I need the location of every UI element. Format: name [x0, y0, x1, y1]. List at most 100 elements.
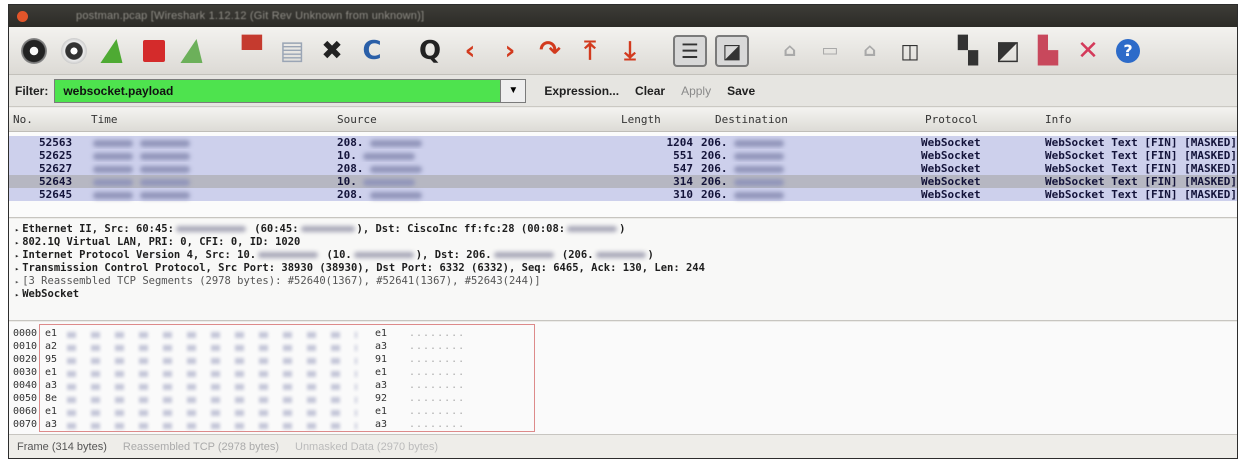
col-source[interactable]: Source — [337, 113, 377, 126]
table-row[interactable]: 52627 208. 547 206. WebSocket WebSocket Text… — [9, 162, 1238, 175]
cell-no: 52643 — [39, 175, 73, 188]
cell-source: 208. — [337, 136, 422, 149]
cell-protocol: WebSocket — [921, 162, 981, 175]
cell-time — [93, 136, 190, 149]
display-filter-bar: Filter: websocket.payload ▼ Expression..… — [9, 75, 1237, 107]
hex-last-byte: a3 — [375, 380, 388, 391]
save-file-icon[interactable]: ▤ — [273, 33, 311, 69]
tab-frame[interactable]: Frame (314 bytes) — [17, 441, 107, 453]
col-protocol[interactable]: Protocol — [925, 113, 978, 126]
zoom-out-icon[interactable]: ▭ — [811, 33, 849, 69]
table-row[interactable]: 52643 10. 314 206. WebSocket WebSocket Text … — [9, 175, 1237, 188]
clear-button[interactable]: Clear — [635, 84, 665, 98]
hex-last-byte: 92 — [375, 393, 388, 404]
cell-length: 310 — [673, 188, 693, 201]
resize-columns-icon[interactable]: ◫ — [891, 33, 929, 69]
hex-bytes-redacted — [67, 423, 357, 429]
hex-offset: 0050 — [13, 393, 38, 404]
cell-no: 52645 — [39, 188, 73, 201]
save-button[interactable]: Save — [727, 84, 755, 98]
hex-ascii: ........ — [409, 341, 466, 352]
table-row[interactable]: 52645 208. 310 206. WebSocket WebSocket Text… — [9, 188, 1237, 201]
coloring-rules-icon[interactable]: ▙ — [1029, 33, 1067, 69]
normal-size-icon[interactable]: ⌂ — [851, 33, 889, 69]
autoscroll-icon[interactable]: ◪ — [715, 34, 749, 67]
stop-capture-icon[interactable] — [135, 33, 173, 69]
reload-icon[interactable]: C — [353, 33, 391, 69]
open-file-icon[interactable]: ▀ — [233, 33, 271, 69]
go-last-icon[interactable]: ⤓ — [611, 33, 649, 69]
capture-filters-icon[interactable]: ▚ — [949, 33, 987, 69]
find-icon[interactable]: Q — [411, 33, 449, 69]
cell-source: 10. — [337, 175, 415, 188]
detail-reassembled[interactable]: ▸ [3 Reassembled TCP Segments (2978 bytes… — [15, 275, 541, 287]
detail-websocket[interactable]: ▸ WebSocket — [15, 288, 79, 300]
hex-first-byte: 8e — [45, 393, 58, 404]
col-destination[interactable]: Destination — [715, 113, 788, 126]
close-window-icon[interactable] — [17, 10, 28, 22]
ip-text-d: (206. — [555, 249, 594, 261]
hex-first-byte: e1 — [45, 367, 58, 378]
cell-source-text: 10. — [337, 149, 357, 162]
detail-ethernet[interactable]: ▸ Ethernet II, Src: 60:45: (60:45:), Dst:… — [15, 223, 625, 235]
detail-tcp[interactable]: ▸ Transmission Control Protocol, Src Port… — [15, 262, 705, 274]
filter-label: Filter: — [15, 83, 49, 98]
hex-ascii: ........ — [409, 380, 466, 391]
cell-time — [93, 188, 190, 201]
filter-dropdown-icon[interactable]: ▼ — [500, 78, 527, 103]
go-first-icon[interactable]: ⤒ — [571, 33, 609, 69]
hex-last-byte: a3 — [375, 341, 388, 352]
tab-reassembled-tcp[interactable]: Reassembled TCP (2978 bytes) — [123, 441, 279, 453]
hex-last-byte: e1 — [375, 328, 388, 339]
col-length[interactable]: Length — [621, 113, 661, 126]
col-no[interactable]: No. — [13, 113, 33, 126]
cell-time — [93, 175, 190, 188]
cell-destination-text: 206. — [701, 136, 728, 149]
cell-info: WebSocket Text [FIN] [MASKED] — [1045, 136, 1238, 149]
tab-unmasked-data[interactable]: Unmasked Data (2970 bytes) — [295, 441, 438, 453]
hex-first-byte: 95 — [45, 354, 58, 365]
restart-capture-icon[interactable] — [175, 33, 213, 69]
expression-button[interactable]: Expression... — [544, 84, 619, 98]
cell-no: 52563 — [39, 136, 73, 149]
ip-text-b: (10. — [320, 249, 352, 261]
col-info[interactable]: Info — [1045, 113, 1072, 126]
cell-info: WebSocket Text [FIN] [MASKED] — [1045, 162, 1238, 175]
hex-first-byte: a2 — [45, 341, 58, 352]
go-forward-icon[interactable]: › — [491, 33, 529, 69]
cell-length: 314 — [673, 175, 693, 188]
hex-last-byte: a3 — [375, 419, 388, 430]
detail-ip[interactable]: ▸ Internet Protocol Version 4, Src: 10. (… — [15, 249, 654, 261]
hex-first-byte: a3 — [45, 419, 58, 430]
interfaces-icon[interactable] — [15, 33, 53, 69]
start-capture-icon[interactable] — [95, 33, 133, 69]
cell-destination-text: 206. — [701, 175, 728, 188]
cell-protocol: WebSocket — [921, 149, 981, 162]
cell-destination: 206. — [701, 149, 784, 162]
preferences-icon[interactable]: ✕ — [1069, 33, 1107, 69]
cell-time — [93, 162, 190, 175]
go-back-icon[interactable]: ‹ — [451, 33, 489, 69]
table-row[interactable]: 52625 10. 551 206. WebSocket WebSocket Text … — [9, 149, 1237, 162]
go-to-packet-icon[interactable]: ↷ — [531, 33, 569, 69]
title-bar: postman.pcap [Wireshark 1.12.12 (Git Rev… — [9, 5, 1237, 27]
cell-source-text: 10. — [337, 175, 357, 188]
detail-vlan[interactable]: ▸ 802.1Q Virtual LAN, PRI: 0, CFI: 0, ID:… — [15, 236, 300, 248]
display-filters-icon[interactable]: ◩ — [989, 33, 1027, 69]
websocket-text: WebSocket — [22, 288, 80, 300]
colorize-icon[interactable]: ☰ — [673, 34, 707, 67]
table-row[interactable]: 52563 208. 1204 206. WebSocket WebSocket Tex… — [9, 136, 1238, 149]
hex-offset: 0030 — [13, 367, 38, 378]
capture-options-icon[interactable] — [55, 33, 93, 69]
filter-input[interactable]: websocket.payload — [54, 78, 501, 103]
zoom-in-icon[interactable]: ⌂ — [771, 33, 809, 69]
eth-text-a: Ethernet II, Src: 60:45: — [22, 223, 174, 235]
help-icon[interactable]: ? — [1109, 33, 1147, 69]
apply-button[interactable]: Apply — [681, 84, 711, 98]
col-time[interactable]: Time — [91, 113, 118, 126]
tcp-text: Transmission Control Protocol, Src Port:… — [22, 262, 705, 274]
hex-offset: 0010 — [13, 341, 38, 352]
cell-no: 52625 — [39, 149, 73, 162]
cell-destination-text: 206. — [701, 149, 728, 162]
close-file-icon[interactable]: ✖ — [313, 33, 351, 69]
